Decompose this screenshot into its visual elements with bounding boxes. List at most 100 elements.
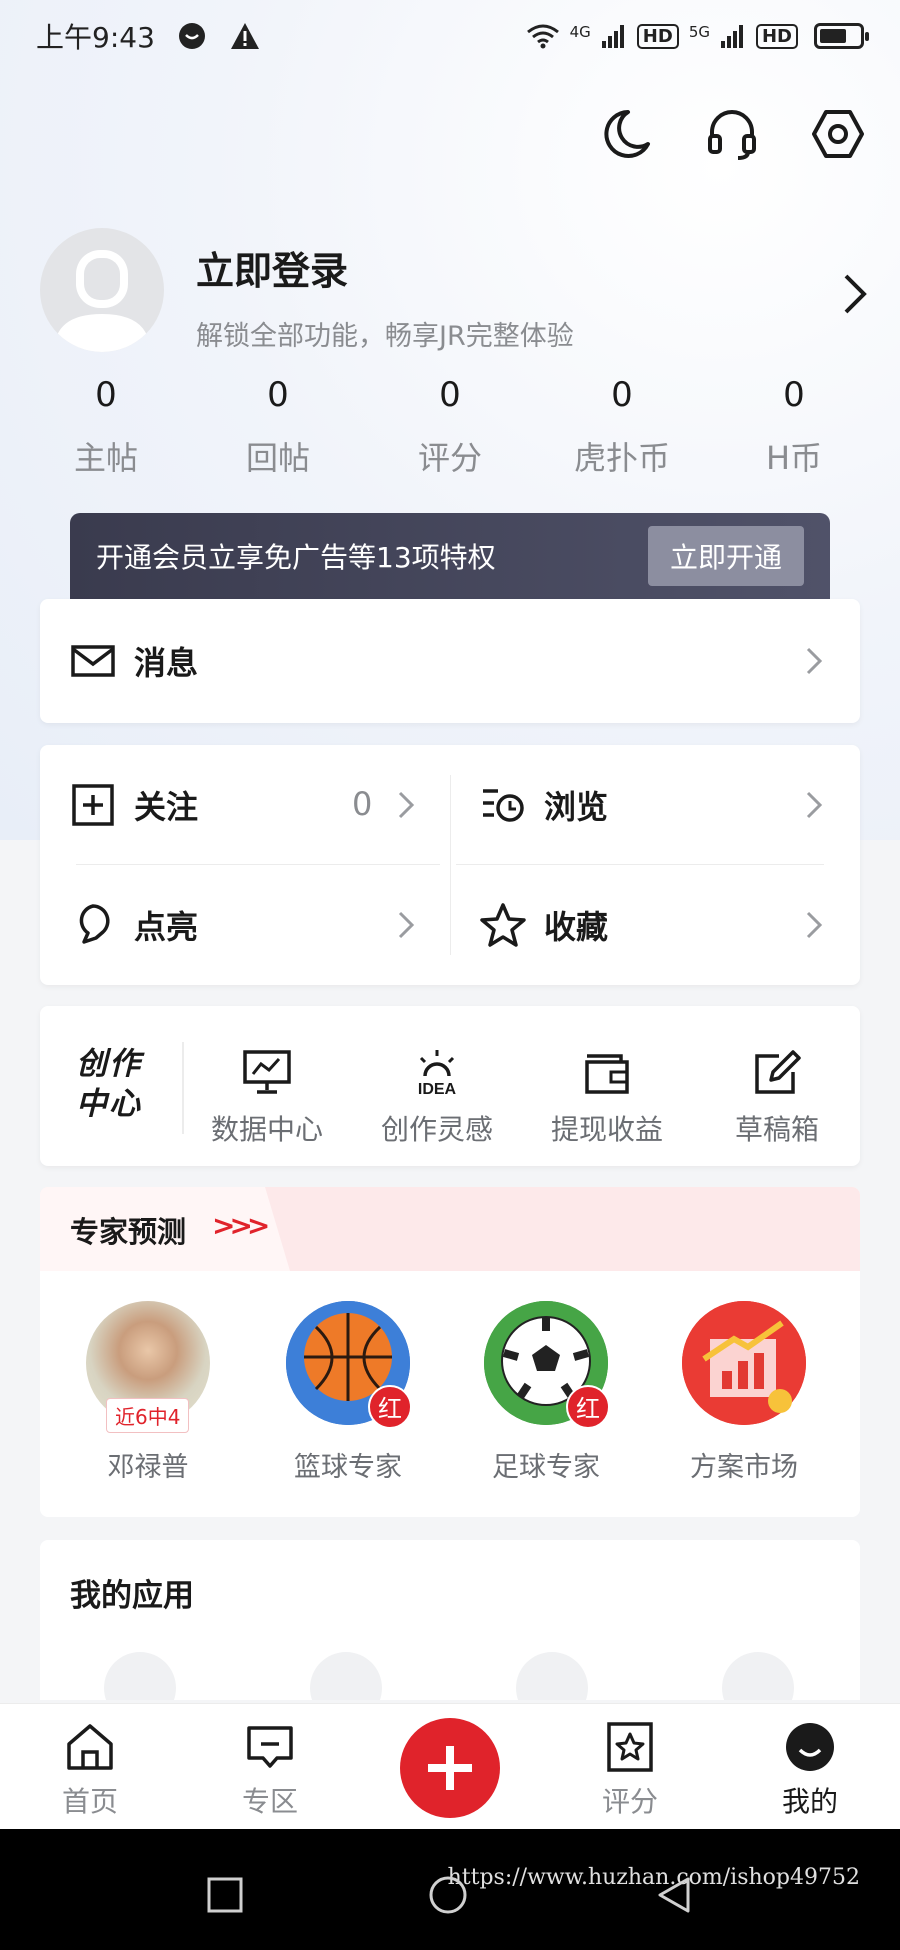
light-item[interactable]: 点亮 xyxy=(70,895,198,955)
plan-market-icon xyxy=(682,1301,806,1425)
warning-icon xyxy=(230,23,259,49)
red-badge: 红 xyxy=(566,1385,610,1429)
recent-apps-icon[interactable] xyxy=(205,1875,245,1915)
plus-square-icon xyxy=(72,784,114,826)
expert-list: 近6中4 邓禄普 红 篮球专家 红 足球专家 方案市场 xyxy=(54,1281,846,1501)
my-apps-title: 我的应用 xyxy=(70,1578,194,1614)
mail-icon xyxy=(71,645,115,677)
stat-hupu-coins[interactable]: 0 虎扑币 xyxy=(536,375,708,479)
home-icon xyxy=(67,1724,113,1770)
settings-hex-icon[interactable] xyxy=(810,106,866,162)
chat-bubble-icon xyxy=(178,23,205,49)
battery-icon xyxy=(814,23,869,49)
expert-item[interactable]: 红 足球专家 xyxy=(466,1301,626,1484)
login-title[interactable]: 立即登录 xyxy=(196,240,348,295)
chevron-right-icon xyxy=(806,911,823,939)
stat-label: 回帖 xyxy=(245,439,310,477)
light-label: 点亮 xyxy=(134,908,199,946)
chevron-right-icon[interactable] xyxy=(840,272,870,316)
history-icon xyxy=(483,789,524,822)
double-chevron-icon: >>> xyxy=(212,1209,270,1242)
tab-label: 专区 xyxy=(241,1785,298,1818)
vip-text: 开通会员立享免广告等13项特权 xyxy=(96,541,496,574)
stat-label: H币 xyxy=(765,439,823,477)
expert-title[interactable]: 专家预测 xyxy=(70,1209,186,1251)
tool-label: 数据中心 xyxy=(210,1113,323,1146)
inspiration-tool[interactable]: IDEA 创作灵感 xyxy=(352,1046,522,1148)
tab-label: 首页 xyxy=(61,1785,118,1818)
favorite-item[interactable]: 收藏 xyxy=(480,895,608,955)
login-subtitle: 解锁全部功能，畅享JR完整体验 xyxy=(196,321,574,352)
wifi-icon xyxy=(526,24,559,49)
messages-card[interactable]: 消息 xyxy=(40,599,860,723)
default-avatar-icon xyxy=(54,250,150,352)
stat-ratings[interactable]: 0 评分 xyxy=(364,375,536,479)
zone-icon xyxy=(247,1726,293,1768)
status-time: 上午9:43 xyxy=(36,21,155,54)
stat-replies[interactable]: 0 回帖 xyxy=(192,375,364,479)
hd-badge: HD xyxy=(636,23,679,49)
network-5g-label: 5G xyxy=(688,22,710,41)
edit-icon xyxy=(755,1050,801,1094)
expert-item[interactable]: 红 篮球专家 xyxy=(268,1301,428,1484)
tool-label: 提现收益 xyxy=(550,1113,663,1146)
stat-posts[interactable]: 0 主帖 xyxy=(20,375,192,479)
chevron-right-icon xyxy=(398,911,415,939)
header-actions xyxy=(598,106,866,162)
login-profile[interactable]: 立即登录 解锁全部功能，畅享JR完整体验 xyxy=(40,228,870,353)
drafts-tool[interactable]: 草稿箱 xyxy=(692,1046,862,1148)
vip-open-button[interactable]: 立即开通 xyxy=(647,526,804,586)
browse-label: 浏览 xyxy=(544,788,609,826)
network-4g-label: 4G xyxy=(569,22,591,41)
expert-predictions-card: 专家预测 >>> 近6中4 邓禄普 红 篮球专家 红 足球专家 方案市场 xyxy=(40,1187,860,1517)
idea-bulb-icon: IDEA xyxy=(418,1050,457,1098)
withdraw-tool[interactable]: 提现收益 xyxy=(522,1046,692,1148)
system-nav-bar: https://www.huzhan.com/ishop49752 xyxy=(0,1829,900,1950)
data-center-tool[interactable]: 数据中心 xyxy=(182,1046,352,1148)
stat-value: 0 xyxy=(95,375,117,415)
tab-zone[interactable]: 专区 xyxy=(210,1720,330,1820)
expert-item[interactable]: 近6中4 邓禄普 xyxy=(68,1301,228,1484)
follow-item[interactable]: 关注 xyxy=(70,775,198,835)
red-badge: 红 xyxy=(368,1385,412,1429)
user-app-icon[interactable] xyxy=(722,1652,794,1700)
divider xyxy=(76,864,440,865)
follow-count: 0 xyxy=(352,785,373,823)
vip-banner[interactable]: 开通会员立享免广告等13项特权 立即开通 xyxy=(70,513,830,599)
avatar[interactable] xyxy=(40,228,164,352)
shortcuts-card: 关注 0 浏览 点亮 收藏 xyxy=(40,745,860,985)
stat-label: 虎扑币 xyxy=(573,439,670,477)
divider xyxy=(456,864,824,865)
basketball-icon: 红 xyxy=(286,1301,412,1429)
expert-item[interactable]: 方案市场 xyxy=(664,1301,824,1484)
bulb-icon xyxy=(79,904,110,944)
browse-item[interactable]: 浏览 xyxy=(480,775,608,835)
headset-icon[interactable] xyxy=(704,106,760,162)
home-circle-icon[interactable] xyxy=(428,1875,468,1915)
messages-row[interactable]: 消息 xyxy=(70,631,198,691)
tab-mine[interactable]: 我的 xyxy=(750,1720,870,1820)
basketball-app-icon[interactable] xyxy=(310,1652,382,1700)
stat-label: 评分 xyxy=(417,439,482,477)
moon-icon[interactable] xyxy=(598,106,654,162)
stat-value: 0 xyxy=(783,375,805,415)
tool-label: 草稿箱 xyxy=(734,1113,819,1146)
back-triangle-icon[interactable] xyxy=(654,1875,694,1915)
star-icon xyxy=(480,903,526,947)
wallet-icon xyxy=(585,1054,629,1094)
chart-board-icon xyxy=(243,1050,291,1094)
stat-h-coins[interactable]: 0 H币 xyxy=(708,375,880,479)
stat-value: 0 xyxy=(611,375,633,415)
football-app-icon[interactable] xyxy=(516,1652,588,1700)
stat-label: 主帖 xyxy=(73,439,138,477)
expert-avatar: 近6中4 xyxy=(86,1301,210,1433)
tab-home[interactable]: 首页 xyxy=(30,1720,150,1820)
jersey-icon[interactable] xyxy=(104,1652,176,1700)
tab-rating[interactable]: 评分 xyxy=(570,1720,690,1820)
tab-label: 评分 xyxy=(601,1785,658,1818)
create-post-button[interactable] xyxy=(400,1718,500,1818)
follow-label: 关注 xyxy=(134,788,199,826)
svg-text:IDEA: IDEA xyxy=(418,1081,457,1098)
creator-center-title: 创作 中心 xyxy=(76,1046,142,1122)
record-tag: 近6中4 xyxy=(106,1398,190,1433)
